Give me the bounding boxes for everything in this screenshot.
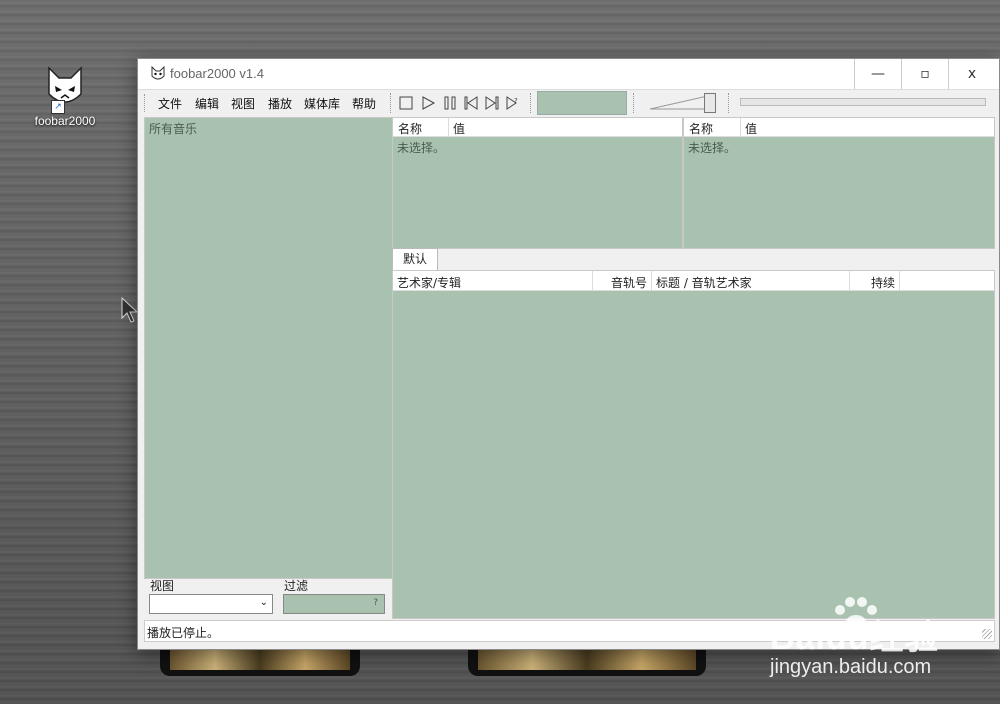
playlist-view[interactable]: 艺术家/专辑 音轨号 标题 / 音轨艺术家 持续 (392, 270, 995, 619)
menu-library[interactable]: 媒体库 (304, 95, 340, 112)
no-selection-text: 未选择。 (397, 141, 446, 155)
watermark-brand: Baidu经验 (770, 619, 940, 657)
menu-view[interactable]: 视图 (231, 95, 255, 112)
desktop-wallpaper-monitor-left (160, 648, 360, 676)
toolbar: ? (390, 90, 995, 116)
desktop-wallpaper-monitor-right (468, 648, 706, 676)
app-icon (150, 65, 166, 82)
volume-slider-thumb[interactable] (704, 93, 716, 113)
menu-file[interactable]: 文件 (158, 95, 182, 112)
filter-help-icon[interactable]: ? (373, 598, 378, 608)
no-selection-text: 未选择。 (688, 141, 737, 155)
properties-header: 名称 值 (684, 118, 994, 137)
close-button[interactable]: x (948, 59, 995, 89)
stop-icon[interactable] (398, 95, 414, 111)
previous-icon[interactable] (463, 95, 479, 111)
seek-bar[interactable] (740, 98, 986, 106)
column-title-artist[interactable]: 标题 / 音轨艺术家 (656, 274, 752, 291)
properties-panel-left[interactable]: 名称 值 未选择。 (392, 117, 683, 249)
minimize-button[interactable]: — (854, 59, 901, 89)
playlist-tabs: 默认 (392, 248, 995, 270)
watermark-url: jingyan.baidu.com (770, 656, 932, 678)
status-text: 播放已停止。 (147, 626, 220, 640)
play-icon[interactable] (420, 95, 436, 111)
pause-icon[interactable] (442, 95, 458, 111)
window-title: foobar2000 v1.4 (170, 66, 264, 81)
properties-panel-right[interactable]: 名称 值 未选择。 (683, 117, 995, 249)
chevron-down-icon: ⌄ (259, 597, 268, 608)
desktop-icon-label: foobar2000 (34, 114, 96, 128)
view-dropdown[interactable]: ⌄ (149, 594, 273, 614)
random-icon[interactable]: ? (505, 95, 521, 111)
svg-text:?: ? (514, 97, 518, 105)
column-track-no[interactable]: 音轨号 (611, 274, 647, 291)
foobar2000-window: foobar2000 v1.4 — ▫ x 文件 编辑 视图 播放 媒体库 帮助… (137, 58, 1000, 650)
menubar-grip[interactable] (144, 94, 148, 112)
desktop-shortcut-foobar2000[interactable]: ↗ foobar2000 (28, 64, 102, 128)
playlist-header: 艺术家/专辑 音轨号 标题 / 音轨艺术家 持续 (393, 271, 994, 291)
properties-header: 名称 值 (393, 118, 682, 137)
baidu-jingyan-watermark: Baidu经验 jingyan.baidu.com (770, 596, 990, 686)
foobar-cat-icon: ↗ (41, 64, 89, 114)
title-bar[interactable]: foobar2000 v1.4 — ▫ x (138, 59, 999, 90)
menu-playback[interactable]: 播放 (268, 95, 292, 112)
toolbar-grip[interactable] (390, 93, 393, 113)
maximize-button[interactable]: ▫ (901, 59, 948, 89)
filter-input[interactable]: ? (283, 594, 385, 614)
column-duration[interactable]: 持续 (871, 274, 895, 291)
menu-help[interactable]: 帮助 (352, 95, 376, 112)
column-value[interactable]: 值 (453, 120, 465, 137)
shortcut-arrow-icon: ↗ (51, 100, 65, 114)
tree-root-all-music[interactable]: 所有音乐 (149, 120, 197, 137)
next-icon[interactable] (484, 95, 500, 111)
column-value[interactable]: 值 (745, 120, 757, 137)
column-name[interactable]: 名称 (689, 120, 713, 137)
view-label: 视图 (150, 579, 175, 593)
filter-label: 过滤 (284, 579, 309, 593)
menu-bar: 文件 编辑 视图 播放 媒体库 帮助 (144, 90, 386, 116)
library-tree-panel[interactable]: 所有音乐 (144, 117, 393, 579)
menu-edit[interactable]: 编辑 (195, 95, 219, 112)
column-name[interactable]: 名称 (398, 120, 422, 137)
tab-default[interactable]: 默认 (392, 248, 438, 270)
column-artist-album[interactable]: 艺术家/专辑 (397, 274, 461, 291)
visualization-panel (537, 91, 627, 115)
